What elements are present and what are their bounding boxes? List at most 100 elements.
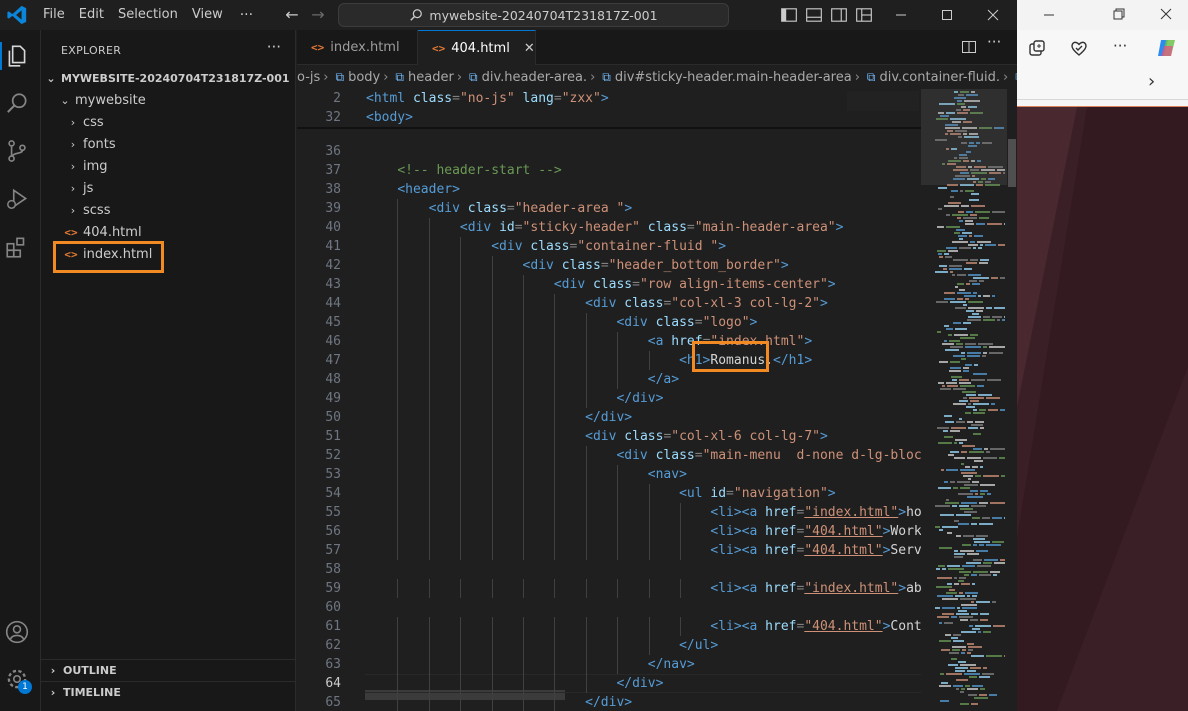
code-editor[interactable]: 2 <html class="no-js" lang="zxx"> 32 <body>…: [297, 89, 921, 711]
maximize-button[interactable]: [924, 0, 970, 30]
back-arrow-icon[interactable]: ←: [281, 4, 303, 26]
code-line[interactable]: 64 </div>: [297, 674, 921, 693]
code-line[interactable]: 45 <div class="logo">: [297, 313, 921, 332]
code-line[interactable]: 44 <div class="col-xl-3 col-lg-2">: [297, 294, 921, 313]
folder-label: js: [83, 180, 94, 196]
minimap-token: [992, 211, 1005, 213]
customize-layout-icon[interactable]: [855, 6, 873, 24]
breadcrumb-item[interactable]: ⧉ div#sticky-header.main-header-area ›: [598, 70, 863, 85]
code-line[interactable]: 63 </nav>: [297, 655, 921, 674]
activity-bar: [0, 30, 41, 711]
indent-guide: [397, 636, 399, 655]
folder-row-js[interactable]: › js: [41, 177, 295, 199]
code-line[interactable]: 60: [297, 598, 921, 617]
code-line[interactable]: 52 <div class="main-menu d-none d-lg-blo…: [297, 446, 921, 465]
code-line[interactable]: 2 <html class="no-js" lang="zxx">: [297, 89, 921, 108]
close-window-button[interactable]: [970, 0, 1016, 30]
code-line[interactable]: 51 <div class="col-xl-6 col-lg-7">: [297, 427, 921, 446]
code-line[interactable]: 57 <li><a href="404.html">Servic: [297, 541, 921, 560]
minimap-viewport[interactable]: [921, 89, 1007, 185]
split-editor-icon[interactable]: [961, 39, 977, 55]
indent-guide: [680, 541, 681, 560]
minimize-button[interactable]: [878, 0, 924, 30]
accounts-icon[interactable]: [4, 619, 30, 645]
breadcrumb-item[interactable]: ⧉ div.header-area. ›: [465, 70, 598, 85]
code-line[interactable]: 48 </a>: [297, 370, 921, 389]
code-line[interactable]: 61 <li><a href="404.html">Conta: [297, 617, 921, 636]
code-line[interactable]: 40 <div id="sticky-header" class="main-h…: [297, 218, 921, 237]
code-line[interactable]: 42 <div class="header_bottom_border">: [297, 256, 921, 275]
menu-view[interactable]: View: [185, 0, 230, 30]
chevron-right-icon[interactable]: ›: [1148, 71, 1155, 92]
code-line[interactable]: 62 </ul>: [297, 636, 921, 655]
toggle-panel-icon[interactable]: [805, 6, 823, 24]
code-line[interactable]: 46 <a href="index.html">: [297, 332, 921, 351]
folder-row-fonts[interactable]: › fonts: [41, 133, 295, 155]
menu-file[interactable]: File: [36, 0, 72, 30]
toggle-primary-sidebar-icon[interactable]: [780, 6, 798, 24]
browser-close-icon[interactable]: [1156, 4, 1176, 24]
code-line[interactable]: 54 <ul id="navigation">: [297, 484, 921, 503]
tab-index-html[interactable]: <> index.html: [297, 30, 418, 65]
minimap-token: [952, 214, 968, 216]
minimap-token: [951, 427, 966, 429]
toggle-secondary-sidebar-icon[interactable]: [830, 6, 848, 24]
code-line[interactable]: 50 </div>: [297, 408, 921, 427]
code-line[interactable]: 37 <!-- header-start -->: [297, 161, 921, 180]
code-line[interactable]: 65 </div>: [297, 693, 921, 711]
vertical-scrollbar[interactable]: [1007, 89, 1017, 711]
breadcrumb-item[interactable]: ⧉ header ›: [391, 70, 465, 85]
scrollbar-thumb[interactable]: [1008, 139, 1016, 187]
file-row-404[interactable]: <> 404.html: [41, 221, 295, 243]
explorer-more-button[interactable]: ···: [267, 38, 281, 56]
folder-row-img[interactable]: › img: [41, 155, 295, 177]
code-line[interactable]: 49 </div>: [297, 389, 921, 408]
breadcrumb-item[interactable]: o-js ›: [297, 70, 331, 85]
file-row-index[interactable]: <> index.html: [41, 243, 295, 265]
code-line[interactable]: 43 <div class="row align-items-center">: [297, 275, 921, 294]
minimap-token: [953, 634, 961, 636]
code-line[interactable]: 36: [297, 142, 921, 161]
browser-essentials-icon[interactable]: [1069, 38, 1089, 58]
timeline-section[interactable]: › TIMELINE: [41, 681, 295, 703]
menu-edit[interactable]: Edit: [72, 0, 111, 30]
explorer-icon[interactable]: [4, 43, 30, 69]
folder-row-scss[interactable]: › scss: [41, 199, 295, 221]
code-line[interactable]: 47 <h1>Romanus.</h1>: [297, 351, 921, 370]
editor-more-icon[interactable]: ···: [987, 33, 1003, 51]
menu-more-button[interactable]: ···: [230, 7, 263, 23]
tab-404-html[interactable]: <> 404.html ✕: [418, 30, 536, 65]
code-line[interactable]: 58: [297, 560, 921, 579]
breadcrumb-item[interactable]: ⧉ body ›: [331, 70, 391, 85]
folder-row-css[interactable]: › css: [41, 111, 295, 133]
search-view-icon[interactable]: [4, 91, 30, 117]
minimap[interactable]: [921, 89, 1007, 711]
minimap-token: [955, 307, 966, 309]
copilot-icon[interactable]: [1155, 36, 1179, 60]
extensions-icon[interactable]: [4, 234, 30, 260]
command-center-search[interactable]: mywebsite-20240704T231817Z-001: [338, 3, 729, 27]
browser-restore-icon[interactable]: [1109, 4, 1129, 24]
code-line[interactable]: 59 <li><a href="index.html">abou: [297, 579, 921, 598]
code-line[interactable]: 55 <li><a href="index.html">home: [297, 503, 921, 522]
run-debug-icon[interactable]: [4, 186, 30, 212]
code-line[interactable]: 41 <div class="container-fluid ">: [297, 237, 921, 256]
browser-more-icon[interactable]: ···: [1113, 37, 1127, 55]
forward-arrow-icon[interactable]: →: [307, 4, 329, 26]
code-line[interactable]: 39 <div class="header-area ">: [297, 199, 921, 218]
source-control-icon[interactable]: [4, 138, 30, 164]
code-line[interactable]: 38 <header>: [297, 180, 921, 199]
menu-selection[interactable]: Selection: [111, 0, 185, 30]
folder-row-mywebsite[interactable]: ⌄ mywebsite: [41, 89, 295, 111]
project-folder-row[interactable]: ⌄ MYWEBSITE-20240704T231817Z-001: [41, 67, 295, 89]
browser-minimize-icon[interactable]: [1039, 5, 1059, 25]
code-line[interactable]: 53 <nav>: [297, 465, 921, 484]
outline-section[interactable]: › OUTLINE: [41, 659, 295, 681]
minimap-token: [983, 295, 990, 297]
tab-actions-icon[interactable]: [1027, 38, 1047, 58]
indent-guide: [428, 503, 430, 522]
tab-close-icon[interactable]: ✕: [524, 41, 535, 56]
code-line[interactable]: 32 <body>: [297, 108, 921, 127]
breadcrumb-item[interactable]: ⧉ div.container-fluid. ›: [863, 70, 1011, 85]
code-line[interactable]: 56 <li><a href="404.html">Works: [297, 522, 921, 541]
